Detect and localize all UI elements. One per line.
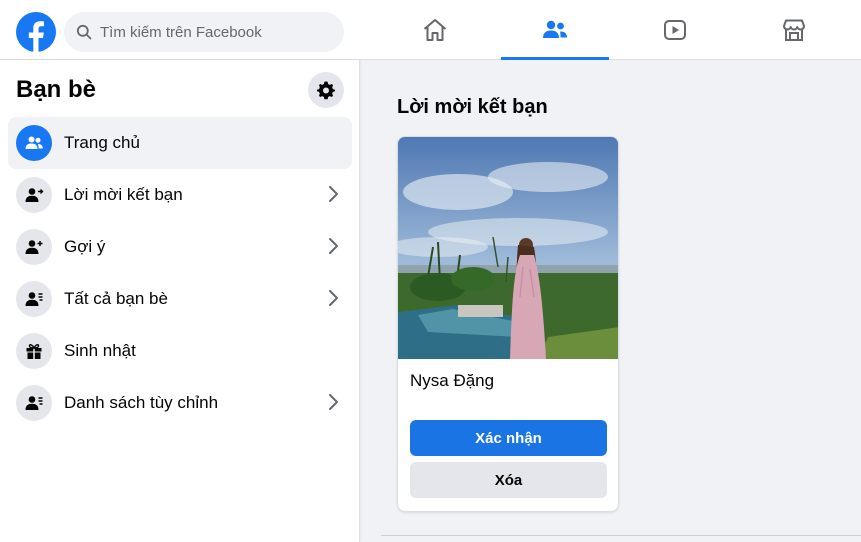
profile-photo[interactable] — [398, 137, 619, 359]
search-box[interactable] — [64, 12, 344, 52]
tab-home[interactable] — [381, 0, 489, 60]
request-name[interactable]: Nysa Đặng — [410, 371, 494, 391]
settings-button[interactable] — [308, 72, 344, 108]
sidebar-item-friend-requests[interactable]: Lời mời kết bạn — [8, 169, 352, 221]
top-bar — [0, 0, 861, 60]
gear-icon — [317, 81, 335, 100]
sidebar: Bạn bè Trang chủ Lời mời kết bạn Gợi ý T… — [0, 60, 360, 542]
sidebar-item-label: Gợi ý — [64, 237, 106, 256]
divider — [381, 535, 861, 536]
search-input[interactable] — [100, 23, 330, 41]
sidebar-item-label: Tất cả bạn bè — [64, 289, 168, 308]
chevron-right-icon — [329, 394, 338, 410]
sidebar-title: Bạn bè — [16, 76, 97, 103]
sidebar-item-label: Sinh nhật — [64, 341, 136, 360]
watch-icon — [664, 20, 686, 40]
custom-list-icon — [16, 385, 52, 421]
confirm-button[interactable]: Xác nhận — [410, 420, 607, 456]
sidebar-menu: Trang chủ Lời mời kết bạn Gợi ý Tất cả b… — [8, 117, 352, 429]
friend-request-card[interactable]: Nysa Đặng Xác nhận Xóa — [397, 136, 619, 512]
sidebar-item-label: Lời mời kết bạn — [64, 185, 183, 204]
sidebar-item-home[interactable]: Trang chủ — [8, 117, 352, 169]
friends-icon — [543, 20, 567, 38]
tab-watch[interactable] — [621, 0, 729, 60]
marketplace-icon — [783, 19, 805, 41]
friends-icon — [16, 125, 52, 161]
sidebar-item-all-friends[interactable]: Tất cả bạn bè — [8, 273, 352, 325]
search-icon — [76, 24, 92, 40]
delete-button[interactable]: Xóa — [410, 462, 607, 498]
sidebar-item-label: Danh sách tùy chỉnh — [64, 393, 219, 412]
gift-icon — [16, 333, 52, 369]
chevron-right-icon — [329, 290, 338, 306]
sidebar-item-birthdays[interactable]: Sinh nhật — [8, 325, 352, 377]
facebook-logo[interactable] — [16, 12, 56, 52]
chevron-right-icon — [329, 238, 338, 254]
tab-friends[interactable] — [501, 0, 609, 60]
home-icon — [423, 19, 447, 41]
friend-list-icon — [16, 281, 52, 317]
sidebar-item-custom-lists[interactable]: Danh sách tùy chỉnh — [8, 377, 352, 429]
main-content: Lời mời kết bạn Nysa Đặng Xác nhận Xóa — [361, 60, 861, 542]
friend-request-icon — [16, 177, 52, 213]
tab-marketplace[interactable] — [740, 0, 848, 60]
add-friend-icon — [16, 229, 52, 265]
chevron-right-icon — [329, 186, 338, 202]
section-title: Lời mời kết bạn — [397, 96, 548, 118]
sidebar-item-suggestions[interactable]: Gợi ý — [8, 221, 352, 273]
sidebar-item-label: Trang chủ — [64, 133, 140, 152]
